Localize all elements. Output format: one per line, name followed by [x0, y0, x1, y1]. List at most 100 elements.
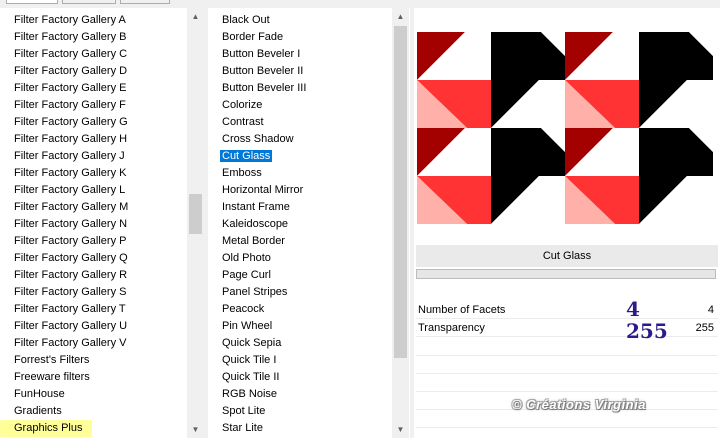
filter-item[interactable]: Cross Shadow: [208, 131, 394, 148]
category-item[interactable]: Filter Factory Gallery V: [0, 335, 186, 352]
filter-item[interactable]: Quick Sepia: [208, 335, 394, 352]
param-value: 255: [695, 322, 714, 334]
filter-item-label: Border Fade: [222, 31, 284, 43]
filter-item-label: Quick Tile I: [222, 354, 277, 366]
tab-filters[interactable]: [6, 0, 58, 4]
category-item[interactable]: Filter Factory Gallery B: [0, 29, 186, 46]
scroll-up-icon[interactable]: ▲: [187, 8, 204, 25]
filter-item-label: Emboss: [222, 167, 262, 179]
category-item[interactable]: Graphics Plus: [0, 420, 186, 437]
filter-item[interactable]: Contrast: [208, 114, 394, 131]
category-item-label: Filter Factory Gallery B: [14, 31, 127, 43]
filter-item-label: Button Beveler I: [222, 48, 301, 60]
filter-item-label: Instant Frame: [222, 201, 290, 213]
filter-item[interactable]: Metal Border: [208, 233, 394, 250]
filter-item[interactable]: Panel Stripes: [208, 284, 394, 301]
category-item[interactable]: Filter Factory Gallery S: [0, 284, 186, 301]
category-item-label: Filter Factory Gallery N: [14, 218, 128, 230]
filter-item-label: Old Photo: [222, 252, 271, 264]
filter-item[interactable]: Button Beveler II: [208, 63, 394, 80]
filter-item[interactable]: Old Photo: [208, 250, 394, 267]
tab-preview[interactable]: [62, 0, 116, 4]
filter-item-label: Quick Sepia: [222, 337, 282, 349]
category-item[interactable]: Filter Factory Gallery A: [0, 12, 186, 29]
filter-item[interactable]: Emboss: [208, 165, 394, 182]
category-item[interactable]: Freeware filters: [0, 369, 186, 386]
filter-item-label: Spot Lite: [222, 405, 266, 417]
category-item[interactable]: Filter Factory Gallery C: [0, 46, 186, 63]
category-item[interactable]: Filter Factory Gallery F: [0, 97, 186, 114]
filter-item[interactable]: Black Out: [208, 12, 394, 29]
filter-item-label: Cut Glass: [220, 150, 273, 162]
filter-item[interactable]: Cut Glass: [208, 148, 394, 165]
filter-item[interactable]: Border Fade: [208, 29, 394, 46]
category-item-label: Filter Factory Gallery H: [14, 133, 128, 145]
scroll-thumb[interactable]: [394, 26, 407, 358]
category-item-label: Graphics Plus: [0, 420, 93, 437]
category-item[interactable]: Filter Factory Gallery E: [0, 80, 186, 97]
filter-item[interactable]: Pin Wheel: [208, 318, 394, 335]
filter-item[interactable]: Star Lite: [208, 420, 394, 437]
progress-bar: [416, 269, 716, 279]
category-item-label: Filter Factory Gallery L: [14, 184, 126, 196]
param-label: Transparency: [418, 322, 485, 334]
category-list-panel: Filter Factory Gallery A Filter Factory G…: [0, 8, 204, 438]
tab-about[interactable]: [120, 0, 170, 4]
param-transparency[interactable]: Transparency 255 255: [416, 319, 718, 343]
filter-item[interactable]: Horizontal Mirror: [208, 182, 394, 199]
category-item[interactable]: Filter Factory Gallery N: [0, 216, 186, 233]
filter-item[interactable]: Peacock: [208, 301, 394, 318]
category-item[interactable]: Filter Factory Gallery L: [0, 182, 186, 199]
category-item-label: Filter Factory Gallery F: [14, 99, 126, 111]
filter-item[interactable]: Colorize: [208, 97, 394, 114]
filter-list: Black Out Border Fade Button Beveler I Butt…: [208, 12, 394, 437]
filter-item[interactable]: RGB Noise: [208, 386, 394, 403]
filter-item[interactable]: Kaleidoscope: [208, 216, 394, 233]
category-item[interactable]: Filter Factory Gallery D: [0, 63, 186, 80]
filter-item[interactable]: Button Beveler III: [208, 80, 394, 97]
category-item-label: Filter Factory Gallery K: [14, 167, 127, 179]
watermark: © Créations Virginia: [512, 397, 646, 412]
filter-scrollbar[interactable]: ▲ ▼: [392, 8, 409, 438]
category-item[interactable]: Filter Factory Gallery M: [0, 199, 186, 216]
scroll-up-icon[interactable]: ▲: [392, 8, 409, 25]
category-item[interactable]: Filter Factory Gallery Q: [0, 250, 186, 267]
filter-item[interactable]: Spot Lite: [208, 403, 394, 420]
category-item[interactable]: Filter Factory Gallery G: [0, 114, 186, 131]
filter-item[interactable]: Quick Tile II: [208, 369, 394, 386]
category-item-label: Filter Factory Gallery M: [14, 201, 129, 213]
scroll-thumb[interactable]: [189, 194, 202, 234]
category-item[interactable]: Forrest's Filters: [0, 352, 186, 369]
category-item[interactable]: Filter Factory Gallery K: [0, 165, 186, 182]
category-item[interactable]: Filter Factory Gallery P: [0, 233, 186, 250]
category-item-label: Filter Factory Gallery E: [14, 82, 127, 94]
filter-item-label: Colorize: [222, 99, 263, 111]
category-item[interactable]: Filter Factory Gallery J: [0, 148, 186, 165]
param-value: 4: [707, 304, 714, 316]
param-number-of-facets[interactable]: Number of Facets 4 4: [416, 297, 718, 321]
scroll-down-icon[interactable]: ▼: [392, 421, 409, 438]
category-item-label: Filter Factory Gallery C: [14, 48, 128, 60]
category-item[interactable]: Filter Factory Gallery T: [0, 301, 186, 318]
filter-item-label: Button Beveler III: [222, 82, 307, 94]
category-scrollbar[interactable]: ▲ ▼: [187, 8, 204, 438]
filter-item[interactable]: Instant Frame: [208, 199, 394, 216]
param-label: Number of Facets: [418, 304, 506, 316]
filter-title: Cut Glass: [416, 245, 718, 267]
category-item[interactable]: Gradients: [0, 403, 186, 420]
category-item[interactable]: FunHouse: [0, 386, 186, 403]
category-item-label: Filter Factory Gallery U: [14, 320, 128, 332]
filter-item[interactable]: Quick Tile I: [208, 352, 394, 369]
category-item[interactable]: Filter Factory Gallery U: [0, 318, 186, 335]
category-item-label: Gradients: [14, 405, 62, 417]
category-item-label: Filter Factory Gallery G: [14, 116, 128, 128]
category-item[interactable]: Filter Factory Gallery H: [0, 131, 186, 148]
scroll-down-icon[interactable]: ▼: [187, 421, 204, 438]
category-item-label: Filter Factory Gallery S: [14, 286, 127, 298]
category-item-label: Freeware filters: [14, 371, 90, 383]
category-item[interactable]: Filter Factory Gallery R: [0, 267, 186, 284]
filter-item[interactable]: Page Curl: [208, 267, 394, 284]
filter-item[interactable]: Button Beveler I: [208, 46, 394, 63]
filter-preview: [417, 32, 713, 224]
filter-item-label: Cross Shadow: [222, 133, 294, 145]
